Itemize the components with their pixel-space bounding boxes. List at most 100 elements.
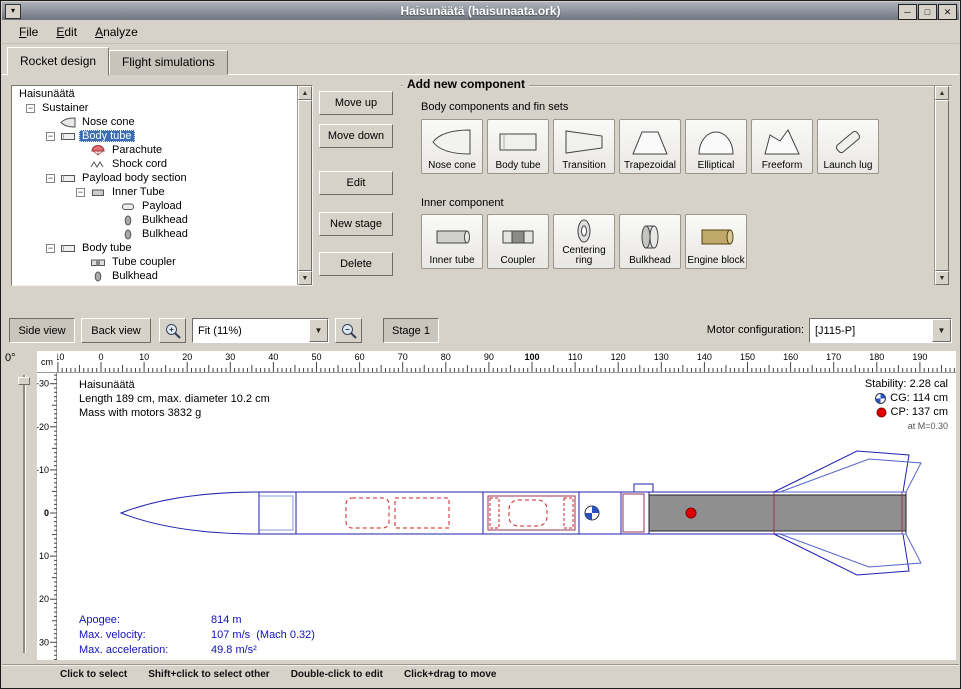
tab-rocket-design[interactable]: Rocket design xyxy=(7,47,109,76)
add-nose-cone-button[interactable]: Nose cone xyxy=(421,119,483,174)
collapse-icon[interactable]: − xyxy=(26,104,35,113)
inner-tube-icon xyxy=(89,187,106,198)
menu-file[interactable]: File xyxy=(10,22,47,42)
back-view-button[interactable]: Back view xyxy=(81,318,151,343)
move-down-button[interactable]: Move down xyxy=(319,124,393,148)
add-component-title: Add new component xyxy=(403,77,529,91)
collapse-icon[interactable]: − xyxy=(46,244,55,253)
tree-item-nose-cone[interactable]: Nose cone xyxy=(12,115,297,129)
freeform-fin-icon xyxy=(760,122,804,161)
engine-block-icon xyxy=(694,217,738,256)
add-body-tube-button[interactable]: Body tube xyxy=(487,119,549,174)
tree-item-bulkhead[interactable]: Bulkhead xyxy=(12,227,297,241)
add-component-scrollbar[interactable]: ▲ ▼ xyxy=(934,86,949,285)
tube-coupler-icon xyxy=(89,257,106,268)
move-up-button[interactable]: Move up xyxy=(319,91,393,115)
stability-legend: Stability: 2.28 cal CG: 114 cm CP: 137 c… xyxy=(865,377,948,433)
window-menu-icon[interactable]: ▾ xyxy=(5,4,21,19)
tree-scrollbar[interactable]: ▲ ▼ xyxy=(297,86,312,285)
menu-edit[interactable]: Edit xyxy=(47,22,86,42)
close-icon[interactable]: ✕ xyxy=(938,4,957,20)
tree-item-shock-cord[interactable]: Shock cord xyxy=(12,157,297,171)
collapse-icon[interactable]: − xyxy=(76,188,85,197)
add-transition-button[interactable]: Transition xyxy=(553,119,615,174)
tree-item-rocket[interactable]: Haisunäätä xyxy=(12,87,297,101)
svg-text:180: 180 xyxy=(869,352,884,362)
svg-text:20: 20 xyxy=(182,352,192,362)
tree-item-inner-tube[interactable]: − Inner Tube xyxy=(12,185,297,199)
body-tube-icon xyxy=(59,173,76,184)
svg-text:90: 90 xyxy=(484,352,494,362)
edit-button[interactable]: Edit xyxy=(319,171,393,195)
svg-text:60: 60 xyxy=(355,352,365,362)
add-launch-lug-button[interactable]: Launch lug xyxy=(817,119,879,174)
svg-text:30: 30 xyxy=(39,637,49,647)
hint-click-select: Click to select xyxy=(60,669,127,680)
add-trapezoidal-fin-button[interactable]: Trapezoidal xyxy=(619,119,681,174)
cp-marker xyxy=(686,508,696,518)
tree-item-bulkhead[interactable]: Bulkhead xyxy=(12,213,297,227)
motor-config-select[interactable]: [J115-P] ▼ xyxy=(809,318,952,343)
add-elliptical-fin-button[interactable]: Elliptical xyxy=(685,119,747,174)
menu-analyze[interactable]: Analyze xyxy=(86,22,147,42)
tree-item-body-tube-aft[interactable]: − Body tube xyxy=(12,241,297,255)
add-engine-block-button[interactable]: Engine block xyxy=(685,214,747,269)
chevron-down-icon[interactable]: ▼ xyxy=(309,319,328,342)
svg-text:30: 30 xyxy=(225,352,235,362)
scroll-thumb[interactable] xyxy=(298,100,312,271)
svg-text:70: 70 xyxy=(398,352,408,362)
body-tube-icon xyxy=(59,131,76,142)
svg-text:20: 20 xyxy=(39,594,49,604)
svg-text:200: 200 xyxy=(955,352,956,362)
scroll-up-icon[interactable]: ▲ xyxy=(935,86,949,100)
component-tree[interactable]: Haisunäätä − Sustainer Nose cone − Body … xyxy=(11,85,313,286)
scroll-down-icon[interactable]: ▼ xyxy=(935,271,949,285)
rocket-canvas[interactable]: Haisunäätä Length 189 cm, max. diameter … xyxy=(57,373,956,660)
scroll-thumb[interactable] xyxy=(935,100,949,271)
collapse-icon[interactable]: − xyxy=(46,132,55,141)
slider-handle[interactable] xyxy=(18,377,30,385)
add-bulkhead-button[interactable]: Bulkhead xyxy=(619,214,681,269)
minimize-icon[interactable]: ─ xyxy=(898,4,917,20)
add-coupler-button[interactable]: Coupler xyxy=(487,214,549,269)
delete-button[interactable]: Delete xyxy=(319,252,393,276)
zoom-out-button[interactable] xyxy=(335,318,362,343)
rotation-slider[interactable] xyxy=(18,375,30,653)
add-freeform-fin-button[interactable]: Freeform xyxy=(751,119,813,174)
menu-bar: File Edit Analyze xyxy=(2,20,959,44)
bulkhead-icon xyxy=(628,217,672,256)
tree-item-tube-coupler[interactable]: Tube coupler xyxy=(12,255,297,269)
stage1-toggle[interactable]: Stage 1 xyxy=(383,318,439,343)
window-title: Haisunäätä (haisunaata.ork) xyxy=(2,2,959,20)
collapse-icon[interactable]: − xyxy=(46,174,55,183)
tree-item-sustainer[interactable]: − Sustainer xyxy=(12,101,297,115)
scroll-down-icon[interactable]: ▼ xyxy=(298,271,312,285)
svg-text:-30: -30 xyxy=(37,379,49,389)
maximize-icon[interactable]: □ xyxy=(918,4,937,20)
tree-item-bulkhead-aft[interactable]: Bulkhead xyxy=(12,269,297,283)
hint-double-click: Double-click to edit xyxy=(291,669,383,680)
tree-item-payload-body-section[interactable]: − Payload body section xyxy=(12,171,297,185)
magnifier-plus-icon xyxy=(164,322,182,340)
body-tube-icon xyxy=(496,122,540,161)
side-view-button[interactable]: Side view xyxy=(9,318,75,343)
hint-shift-click: Shift+click to select other xyxy=(148,669,269,680)
svg-text:130: 130 xyxy=(654,352,669,362)
hint-click-drag: Click+drag to move xyxy=(404,669,497,680)
zoom-select[interactable]: Fit (11%) ▼ xyxy=(192,318,329,343)
inner-tube-icon xyxy=(430,217,474,256)
tab-flight-simulations[interactable]: Flight simulations xyxy=(109,50,228,75)
new-stage-button[interactable]: New stage xyxy=(319,212,393,236)
add-inner-tube-button[interactable]: Inner tube xyxy=(421,214,483,269)
tree-item-payload[interactable]: Payload xyxy=(12,199,297,213)
svg-text:120: 120 xyxy=(611,352,626,362)
scroll-up-icon[interactable]: ▲ xyxy=(298,86,312,100)
cp-icon xyxy=(876,407,887,418)
tree-item-parachute[interactable]: Parachute xyxy=(12,143,297,157)
chevron-down-icon[interactable]: ▼ xyxy=(932,319,951,342)
svg-text:-20: -20 xyxy=(37,422,49,432)
zoom-in-button[interactable] xyxy=(159,318,186,343)
add-centering-ring-button[interactable]: Centering ring xyxy=(553,214,615,269)
svg-text:40: 40 xyxy=(268,352,278,362)
tree-item-body-tube[interactable]: − Body tube xyxy=(12,129,297,143)
